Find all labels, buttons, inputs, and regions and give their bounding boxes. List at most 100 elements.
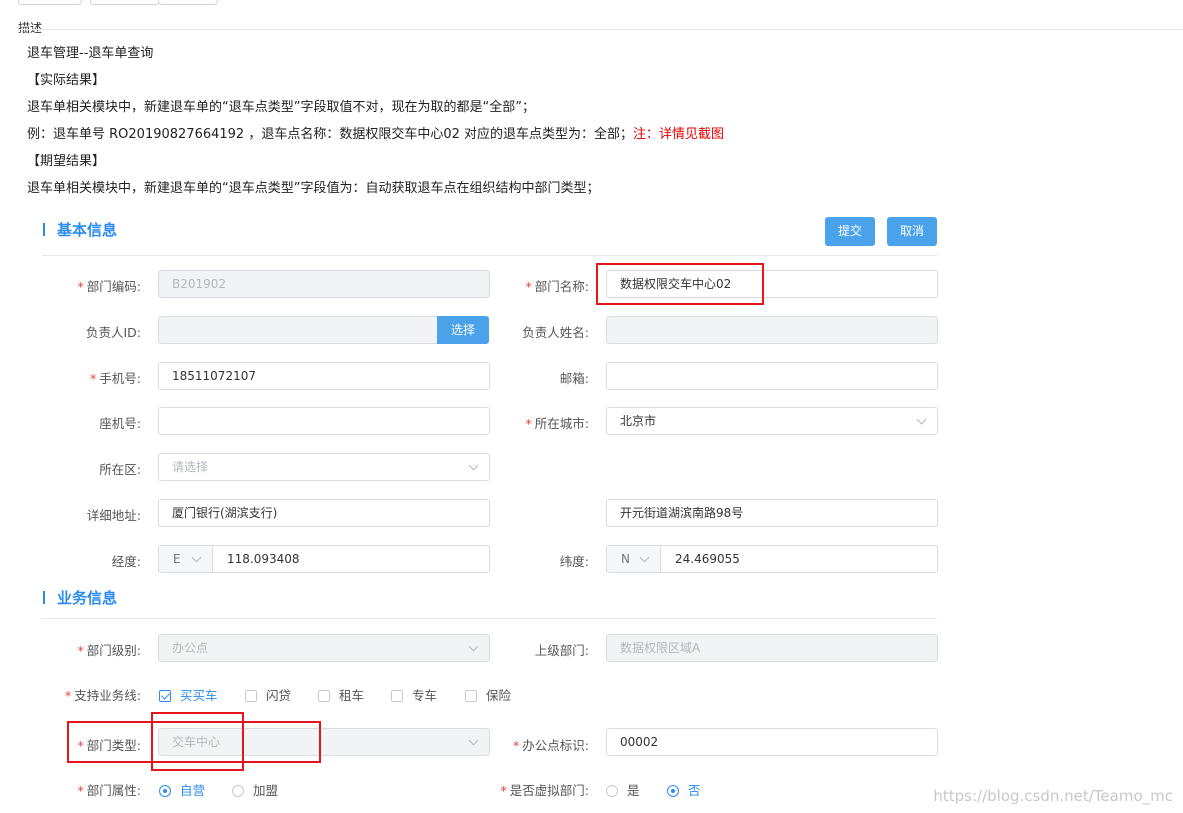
dept-attr-label: * 部门属性: (77, 783, 141, 798)
chevron-down-icon (639, 552, 650, 563)
checkbox-label: 买买车 (180, 688, 218, 703)
section-title-business: 业务信息 (43, 587, 117, 608)
description-header: 描述 (18, 21, 43, 35)
radio-icon (232, 785, 244, 797)
checkbox-label: 租车 (339, 688, 365, 703)
city-label: * 所在城市: (525, 416, 589, 431)
desc-line-5: 【期望结果】 (27, 154, 106, 169)
checkbox-icon (465, 690, 477, 702)
dept-code-label: * 部门编码: (77, 279, 141, 294)
checkbox-icon (245, 690, 257, 702)
top-button-2[interactable] (90, 0, 160, 5)
city-select[interactable]: 北京市 (606, 407, 938, 435)
office-id-label-text: 办公点标识: (522, 738, 589, 753)
dept-level-label: * 部门级别: (77, 643, 141, 658)
address-input[interactable]: 厦门银行(湖滨支行) (158, 499, 490, 527)
phone-input[interactable]: 18511072107 (158, 362, 490, 390)
dept-name-label: * 部门名称: (525, 279, 589, 294)
latitude-dir-select[interactable]: N (607, 546, 661, 572)
longitude-value: 118.093408 (227, 552, 300, 566)
desc-line-6: 退车单相关模块中，新建退车单的“退车点类型”字段值为：自动获取退车点在组织结构中… (27, 181, 600, 196)
email-label: 邮箱: (559, 371, 589, 386)
checkbox-label: 专车 (412, 688, 438, 703)
radio-label: 否 (688, 783, 701, 798)
top-button-1[interactable] (18, 0, 82, 5)
checkbox-label: 闪贷 (266, 688, 292, 703)
checkbox-biz-zuche[interactable]: 租车 (318, 685, 364, 704)
longitude-input[interactable]: E 118.093408 (158, 545, 490, 573)
checkbox-biz-baoxian[interactable]: 保险 (465, 685, 511, 704)
district-placeholder: 请选择 (172, 460, 209, 474)
checkbox-icon (159, 690, 171, 702)
dept-attr-label-text: 部门属性: (86, 783, 141, 798)
cancel-button[interactable]: 取消 (887, 217, 937, 246)
dept-level-label-text: 部门级别: (86, 643, 141, 658)
phone-label-text: 手机号: (99, 371, 141, 386)
landline-label: 座机号: (99, 416, 141, 431)
radio-attr-franchise[interactable]: 加盟 (232, 780, 278, 799)
radio-attr-self[interactable]: 自营 (159, 780, 205, 799)
desc-line-1: 退车管理--退车单查询 (27, 46, 154, 61)
radio-virtual-no[interactable]: 否 (667, 780, 701, 799)
city-value: 北京市 (620, 414, 657, 428)
divider (18, 29, 1183, 30)
desc-note: 注：详情见截图 (633, 127, 725, 142)
manager-id-label: 负责人ID: (85, 325, 141, 340)
radio-icon (159, 785, 171, 797)
desc-line-4: 例：退车单号 RO20190827664192 ，退车点名称：数据权限交车中心0… (27, 123, 724, 142)
checkbox-biz-zhuanche[interactable]: 专车 (391, 685, 437, 704)
chevron-down-icon (468, 460, 479, 471)
district-select[interactable]: 请选择 (158, 453, 490, 481)
latitude-dir: N (621, 552, 630, 566)
chevron-down-icon (916, 414, 927, 425)
annotation-box-dept-name (596, 263, 764, 305)
city-label-text: 所在城市: (534, 416, 589, 431)
latitude-input[interactable]: N 24.469055 (606, 545, 938, 573)
office-id-label: * 办公点标识: (513, 738, 589, 753)
biz-line-label: * 支持业务线: (65, 688, 141, 703)
annotation-box-dept-type-value (151, 712, 244, 771)
address-input-2[interactable]: 开元街道湖滨南路98号 (606, 499, 938, 527)
watermark: https://blog.csdn.net/Teamo_mc (933, 787, 1173, 805)
address-label: 详细地址: (86, 508, 141, 523)
longitude-dir: E (173, 552, 181, 566)
section-divider-business (42, 618, 937, 619)
biz-line-label-text: 支持业务线: (74, 688, 141, 703)
desc-line-4-text: 例：退车单号 RO20190827664192 ，退车点名称：数据权限交车中心0… (27, 127, 633, 142)
latitude-label: 纬度: (559, 554, 589, 569)
checkbox-icon (318, 690, 330, 702)
parent-dept-input[interactable]: 数据权限区域A (606, 634, 938, 662)
checkbox-biz-shandai[interactable]: 闪贷 (245, 685, 291, 704)
phone-label: * 手机号: (90, 371, 141, 386)
radio-label: 是 (627, 783, 640, 798)
dept-code-input[interactable]: B201902 (158, 270, 490, 298)
dept-name-label-text: 部门名称: (534, 279, 589, 294)
latitude-value: 24.469055 (675, 552, 740, 566)
submit-button[interactable]: 提交 (825, 217, 875, 246)
section-title-basic-text: 基本信息 (57, 221, 118, 239)
district-label: 所在区: (99, 462, 141, 477)
parent-dept-label: 上级部门: (534, 643, 589, 658)
dept-level-select[interactable]: 办公点 (158, 634, 490, 662)
radio-virtual-yes[interactable]: 是 (606, 780, 640, 799)
email-input[interactable] (606, 362, 938, 390)
chevron-down-icon (191, 552, 202, 563)
chevron-down-icon (468, 735, 479, 746)
landline-input[interactable] (158, 407, 490, 435)
section-divider-basic (42, 255, 937, 256)
manager-name-input[interactable] (606, 316, 938, 344)
manager-name-label: 负责人姓名: (522, 325, 589, 340)
checkbox-icon (391, 690, 403, 702)
longitude-dir-select[interactable]: E (159, 546, 213, 572)
office-id-input[interactable]: 00002 (606, 728, 938, 756)
radio-icon (606, 785, 618, 797)
radio-icon (667, 785, 679, 797)
dept-code-label-text: 部门编码: (86, 279, 141, 294)
longitude-label: 经度: (111, 554, 141, 569)
checkbox-biz-maimaiche[interactable]: 买买车 (159, 685, 218, 704)
section-bar (43, 223, 45, 236)
top-button-3[interactable] (158, 0, 218, 5)
section-title-business-text: 业务信息 (57, 589, 118, 607)
manager-id-input[interactable] (158, 316, 438, 344)
checkbox-label: 保险 (486, 688, 512, 703)
